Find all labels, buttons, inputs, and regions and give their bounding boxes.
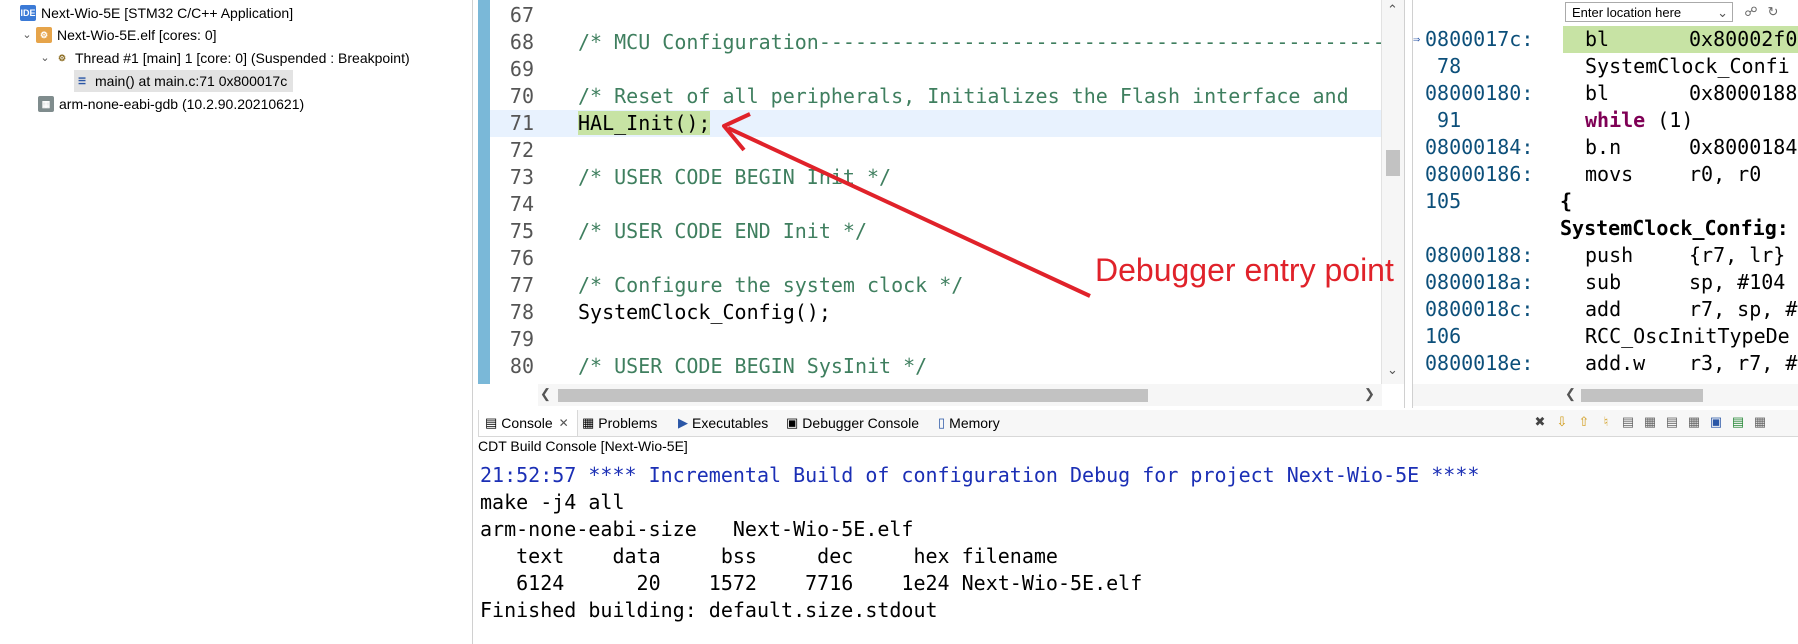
scroll-thumb[interactable] — [1581, 389, 1703, 402]
close-icon[interactable]: ✕ — [559, 410, 569, 436]
source-keyword: while — [1585, 108, 1646, 132]
disassembly-address: 08000184: — [1425, 135, 1534, 159]
console-title: CDT Build Console [Next-Wio-5E] — [478, 438, 688, 454]
disassembly-line[interactable]: 08000186: movs r0, r0 — [1413, 161, 1798, 188]
disassembly-address: 91 — [1425, 108, 1462, 132]
disassembly-line[interactable]: 08000180: bl 0x8000188 — [1413, 80, 1798, 107]
display-console-icon[interactable]: ▣ — [1708, 414, 1724, 430]
disassembly-mnemonic: b.n — [1585, 135, 1622, 159]
show-console-icon[interactable]: ▦ — [1642, 414, 1658, 430]
console-output[interactable]: 21:52:57 **** Incremental Build of confi… — [480, 462, 1790, 624]
executables-icon: ▶ — [678, 415, 688, 430]
disassembly-address: 08000186: — [1425, 162, 1534, 186]
new-console-icon[interactable]: ▦ — [1752, 414, 1768, 430]
disassembly-line[interactable]: 08000184: b.n 0x8000184 — [1413, 134, 1798, 161]
disassembly-address: 0800018c: — [1425, 297, 1534, 321]
disassembly-toolbar: Enter location here ⌄ ☍ ↻ — [1413, 0, 1798, 26]
disassembly-address: 0800018a: — [1425, 270, 1534, 294]
disassembly-address: 78 — [1425, 54, 1462, 78]
disassembly-address: 0800017c: — [1425, 27, 1534, 51]
console-line: arm-none-eabi-size Next-Wio-5E.elf — [480, 517, 914, 541]
clear-console-icon[interactable]: ▤ — [1664, 414, 1680, 430]
disassembly-source: RCC_OscInitTypeDe — [1585, 324, 1790, 348]
memory-icon: ▯ — [938, 415, 946, 430]
debugger-console-icon: ▣ — [786, 415, 799, 430]
problems-icon: ▦ — [582, 415, 595, 430]
disassembly-brace: { — [1560, 189, 1573, 213]
tab-problems[interactable]: ▦ Problems — [582, 410, 657, 436]
console-line: 21:52:57 **** Incremental Build of confi… — [480, 463, 1480, 487]
terminate-icon[interactable]: ✖ — [1532, 414, 1548, 430]
tab-debugger-console[interactable]: ▣ Debugger Console — [786, 410, 919, 436]
console-icon: ▤ — [485, 415, 498, 430]
disassembly-address: 105 — [1425, 189, 1462, 213]
disassembly-mnemonic: movs — [1585, 162, 1634, 186]
disassembly-mnemonic: add — [1585, 297, 1622, 321]
scroll-down-icon[interactable]: ⇩ — [1554, 414, 1570, 430]
disassembly-address: 08000180: — [1425, 81, 1534, 105]
arrow-shaft — [727, 126, 1091, 298]
disassembly-operand: r7, sp, # — [1689, 297, 1798, 321]
disassembly-mnemonic: sub — [1585, 270, 1622, 294]
disassembly-operand: 0x8000184 — [1689, 135, 1798, 159]
disassembly-line[interactable]: 106 RCC_OscInitTypeDe — [1413, 323, 1798, 350]
chevron-down-icon[interactable]: ⌄ — [1717, 3, 1728, 23]
disassembly-source: SystemClock_Confi — [1585, 54, 1790, 78]
disassembly-function-label: SystemClock_Config: — [1560, 216, 1789, 240]
scroll-up-icon[interactable]: ⇧ — [1576, 414, 1592, 430]
pin-console-icon[interactable]: ▦ — [1686, 414, 1702, 430]
disassembly-operand: 0x8000188 — [1689, 81, 1798, 105]
disassembly-operand: sp, #104 — [1689, 270, 1786, 294]
disassembly-view[interactable]: Enter location here ⌄ ☍ ↻ ⇒ 0800017c: bl 0x… — [1412, 0, 1798, 408]
disassembly-address: 106 — [1425, 324, 1462, 348]
word-wrap-icon[interactable]: ▤ — [1620, 414, 1636, 430]
disassembly-line[interactable]: 91 while (1) — [1413, 107, 1798, 134]
disassembly-operand: 0x80002f0 — [1689, 27, 1798, 51]
disassembly-line[interactable]: 0800018a: sub sp, #104 — [1413, 269, 1798, 296]
disassembly-operand: r3, r7, # — [1689, 351, 1798, 375]
tab-console[interactable]: ▤ Console ✕ — [478, 410, 578, 436]
disassembly-lines[interactable]: ⇒ 0800017c: bl 0x80002f0 78 SystemClock_Conf… — [1413, 26, 1798, 384]
console-toolbar: ✖ ⇩ ⇧ ♮ ▤ ▦ ▤ ▦ ▣ ▤ ▦ — [1532, 414, 1768, 432]
refresh-icon[interactable]: ↻ — [1765, 4, 1781, 20]
tab-memory[interactable]: ▯ Memory — [938, 410, 1000, 436]
disassembly-address: 08000188: — [1425, 243, 1534, 267]
console-line: 6124 20 1572 7716 1e24 Next-Wio-5E.elf — [480, 571, 1143, 595]
disassembly-current-line[interactable]: ⇒ 0800017c: bl 0x80002f0 — [1413, 26, 1798, 53]
disassembly-line[interactable]: 0800018e: add.w r3, r7, # — [1413, 350, 1798, 377]
scroll-lock-icon[interactable]: ♮ — [1598, 414, 1614, 430]
location-input[interactable]: Enter location here ⌄ — [1565, 2, 1733, 22]
disassembly-line[interactable]: 08000188: push {r7, lr} — [1413, 242, 1798, 269]
disassembly-mnemonic: add.w — [1585, 351, 1646, 375]
bottom-panel: ▤ Console ✕ ▦ Problems ▶ Executables ▣ D… — [478, 410, 1798, 644]
disassembly-operand: r0, r0 — [1689, 162, 1762, 186]
disassembly-line[interactable]: 0800018c: add r7, sp, # — [1413, 296, 1798, 323]
disassembly-mnemonic: bl — [1585, 27, 1610, 51]
console-line: text data bss dec hex filename — [480, 544, 1058, 568]
disassembly-address: 0800018e: — [1425, 351, 1534, 375]
console-line: Finished building: default.size.stdout — [480, 598, 938, 622]
link-icon[interactable]: ☍ — [1743, 4, 1759, 20]
disassembly-operand: {r7, lr} — [1689, 243, 1786, 267]
disassembly-mnemonic: bl — [1585, 81, 1610, 105]
disassembly-line[interactable]: 105 { — [1413, 188, 1798, 215]
tab-executables[interactable]: ▶ Executables — [678, 410, 768, 436]
disassembly-toolbar-icons: ☍ ↻ — [1743, 4, 1781, 22]
disassembly-horizontal-scrollbar[interactable]: ❮ — [1413, 384, 1798, 406]
instruction-pointer-icon: ⇒ — [1413, 32, 1421, 46]
scroll-left-icon[interactable]: ❮ — [1565, 386, 1576, 402]
disassembly-line[interactable]: 78 SystemClock_Confi — [1413, 53, 1798, 80]
bottom-tab-bar: ▤ Console ✕ ▦ Problems ▶ Executables ▣ D… — [478, 410, 1798, 437]
disassembly-mnemonic: push — [1585, 243, 1634, 267]
console-line: make -j4 all — [480, 490, 625, 514]
open-console-icon[interactable]: ▤ — [1730, 414, 1746, 430]
disassembly-source: while (1) — [1585, 108, 1694, 132]
annotation-label: Debugger entry point — [1095, 252, 1394, 288]
disassembly-line[interactable]: SystemClock_Config: — [1413, 215, 1798, 242]
